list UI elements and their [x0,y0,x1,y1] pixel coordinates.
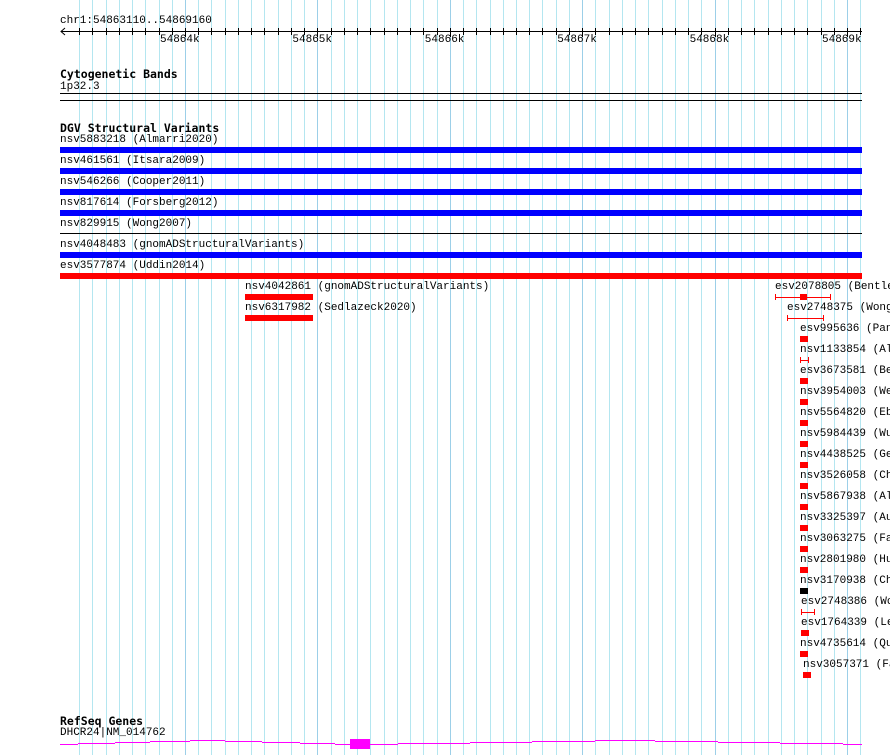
variant-label[interactable]: nsv3954003 (Weng [800,386,890,398]
variant-feature[interactable] [800,420,808,426]
ruler-tick-label: 54864k [160,34,200,46]
cytoband-track-title[interactable]: Cytogenetic Bands [60,67,178,81]
variant-range[interactable] [801,612,815,613]
range-cap-right[interactable] [808,357,809,363]
range-cap-left[interactable] [801,609,802,615]
ruler-tick-label: 54866k [424,34,465,46]
variant-label[interactable]: nsv4048483 (gnomADStructuralVariants) [60,239,304,251]
variant-feature[interactable] [800,378,808,384]
ruler-tick-label: 54865k [292,34,332,46]
grid-lines [79,0,861,755]
variant-label[interactable]: nsv3170938 (Chai [800,575,890,587]
variant-feature[interactable] [60,210,862,216]
ruler-tick-label: 54868k [689,34,730,46]
variant-label[interactable]: nsv5867938 (Alma [800,491,890,503]
gene-exon[interactable] [350,739,370,749]
variant-feature[interactable] [60,168,862,174]
variant-feature[interactable] [800,546,808,552]
variant-label[interactable]: nsv3057371 (Fan2 [803,659,890,671]
variant-feature[interactable] [60,233,862,234]
variant-feature[interactable] [800,483,808,489]
variant-feature[interactable] [803,672,811,678]
range-cap-right[interactable] [814,609,815,615]
cytoband-line [60,93,862,94]
range-cap-left[interactable] [775,294,776,300]
variant-feature[interactable] [800,567,808,573]
variant-feature[interactable] [801,630,809,636]
variant-feature[interactable] [800,399,808,405]
variant-feature[interactable] [800,462,808,468]
cytoband-label: 1p32.3 [60,81,100,93]
ruler-tick-label: 54869k [822,34,862,46]
variant-label[interactable]: nsv1133854 (Alsm [800,344,890,356]
ruler-tick-label: 54867k [557,34,597,46]
variant-feature[interactable] [800,294,807,300]
range-cap-right[interactable] [830,294,831,300]
variant-feature[interactable] [800,588,808,594]
variant-range[interactable] [787,318,824,319]
range-cap-right[interactable] [823,315,824,321]
variant-label[interactable]: esv2748386 (Wong [801,596,890,608]
variant-label[interactable]: esv3673581 (Bese [800,365,890,377]
variant-label[interactable]: nsv2801980 (Hudd [800,554,890,566]
variant-label[interactable]: esv2748375 (Wong20 [787,302,890,314]
variant-label[interactable]: nsv3526058 (Chai [800,470,890,482]
variant-label[interactable]: nsv546266 (Cooper2011) [60,176,205,188]
variant-label[interactable]: esv3577874 (Uddin2014) [60,260,205,272]
variant-label[interactable]: esv995636 (Pang2 [800,323,890,335]
variant-label[interactable]: nsv461561 (Itsara2009) [60,155,205,167]
variant-label[interactable]: nsv6317982 (Sedlazeck2020) [245,302,417,314]
variant-feature[interactable] [60,273,862,279]
variant-feature[interactable] [800,651,808,657]
variant-feature[interactable] [800,525,808,531]
variant-label[interactable]: nsv829915 (Wong2007) [60,218,192,230]
variant-feature[interactable] [800,336,808,342]
variant-label[interactable]: nsv3325397 (Auda [800,512,890,524]
variant-feature[interactable] [245,294,313,300]
variant-label[interactable]: nsv5984439 (Wu20 [800,428,890,440]
variant-feature[interactable] [800,504,808,510]
dgv-track-title[interactable]: DGV Structural Variants [60,121,219,135]
variant-label[interactable]: nsv4438525 (Geno [800,449,890,461]
variant-label[interactable]: nsv817614 (Forsberg2012) [60,197,218,209]
variant-feature[interactable] [60,252,862,258]
variant-label[interactable]: esv1764339 (Levy [801,617,890,629]
variant-feature[interactable] [245,315,313,321]
variant-label[interactable]: nsv5883218 (Almarri2020) [60,134,218,146]
variant-feature[interactable] [800,441,808,447]
variant-label[interactable]: nsv4735614 (Quan [800,638,890,650]
gene-model[interactable] [0,735,890,755]
track-separator [60,100,862,101]
range-cap-left[interactable] [800,357,801,363]
variant-label[interactable]: nsv5564820 (Eber [800,407,890,419]
variant-label[interactable]: nsv4042861 (gnomADStructuralVariants) [245,281,489,293]
range-cap-left[interactable] [787,315,788,321]
variant-feature[interactable] [60,147,862,153]
refseq-track-title[interactable]: RefSeq Genes [60,714,143,728]
variant-label[interactable]: nsv3063275 (Fan2 [800,533,890,545]
variant-label[interactable]: esv2078805 (Bentley20 [775,281,890,293]
variant-feature[interactable] [60,189,862,195]
